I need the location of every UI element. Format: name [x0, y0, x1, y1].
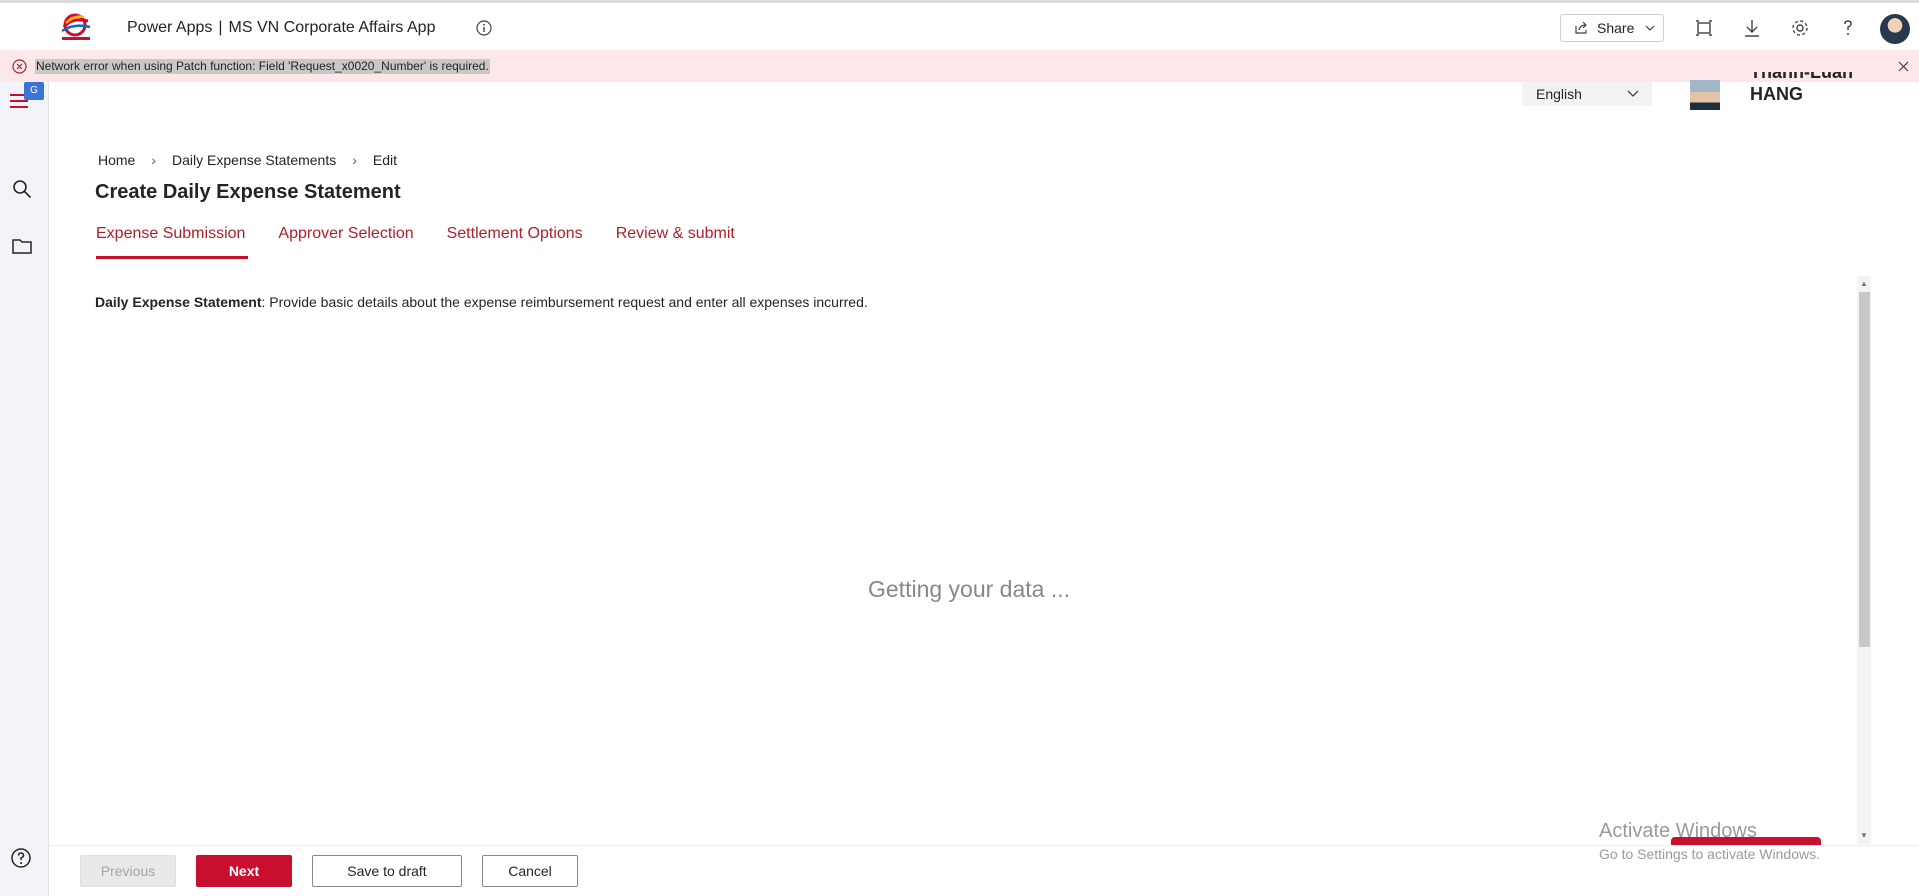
scroll-up-arrow[interactable]: ▲: [1858, 278, 1870, 290]
cancel-button[interactable]: Cancel: [482, 855, 578, 887]
app-title: Power Apps | MS VN Corporate Affairs App: [127, 19, 435, 37]
breadcrumb-home[interactable]: Home: [98, 152, 135, 168]
scroll-down-arrow[interactable]: ▼: [1858, 830, 1870, 842]
step-tabs: Expense Submission Approver Selection Se…: [96, 225, 768, 265]
close-icon[interactable]: [1897, 60, 1910, 73]
title-separator: |: [218, 19, 223, 36]
loading-message: Getting your data ...: [868, 576, 1071, 602]
description-heading: Daily Expense Statement: [95, 294, 262, 310]
language-select[interactable]: English: [1522, 82, 1652, 106]
error-banner: Network error when using Patch function:…: [0, 50, 1919, 82]
chevron-right-icon: ›: [151, 152, 157, 168]
share-button[interactable]: Share: [1560, 14, 1664, 42]
tab-settlement-options[interactable]: Settlement Options: [447, 225, 583, 265]
error-icon: [12, 59, 27, 74]
user-name: Thanh-Luan HANG: [1750, 72, 1853, 105]
share-icon: [1575, 21, 1587, 34]
user-avatar[interactable]: [1880, 14, 1910, 44]
page-title: Create Daily Expense Statement: [95, 181, 401, 203]
next-button[interactable]: Next: [196, 855, 292, 887]
download-icon[interactable]: [1742, 18, 1762, 38]
error-message: Network error when using Patch function:…: [35, 59, 490, 74]
tab-approver-selection[interactable]: Approver Selection: [278, 225, 413, 265]
chevron-down-icon: [1627, 90, 1639, 97]
search-icon[interactable]: [11, 178, 33, 200]
chevron-down-icon: [1645, 25, 1655, 31]
info-icon[interactable]: [476, 20, 492, 36]
chevron-right-icon: ›: [352, 152, 357, 168]
gear-icon[interactable]: [1790, 18, 1810, 38]
section-description: Daily Expense Statement: Provide basic d…: [95, 294, 868, 310]
product-name: Power Apps: [127, 19, 213, 36]
app-header: Power Apps | MS VN Corporate Affairs App S…: [0, 3, 1919, 50]
breadcrumb-edit: Edit: [372, 152, 398, 168]
language-value: English: [1536, 86, 1582, 102]
previous-button[interactable]: Previous: [80, 855, 176, 887]
left-navigation: G: [0, 82, 49, 896]
windows-watermark-subtitle: Go to Settings to activate Windows.: [1599, 846, 1820, 862]
tab-expense-submission[interactable]: Expense Submission: [96, 225, 249, 265]
user-first-name: Thanh-Luan: [1750, 72, 1853, 82]
app-name: MS VN Corporate Affairs App: [228, 19, 436, 36]
user-photo: [1690, 80, 1720, 110]
totalenergies-logo: [61, 13, 91, 40]
user-last-name: HANG: [1750, 84, 1803, 104]
scrollbar-thumb[interactable]: [1859, 292, 1870, 647]
save-to-draft-button[interactable]: Save to draft: [312, 855, 462, 887]
fit-screen-icon[interactable]: [1694, 18, 1714, 38]
help-icon[interactable]: [1838, 18, 1858, 38]
breadcrumb: Home › Daily Expense Statements › Edit: [98, 152, 397, 168]
help-circle-icon[interactable]: [10, 847, 32, 869]
description-text: : Provide basic details about the expens…: [261, 294, 868, 310]
folder-icon[interactable]: [11, 235, 33, 257]
windows-watermark-title: Activate Windows: [1599, 820, 1757, 842]
tab-review-submit[interactable]: Review & submit: [616, 225, 735, 265]
share-label: Share: [1597, 20, 1635, 36]
translate-badge[interactable]: G: [24, 82, 44, 100]
breadcrumb-daily-expense-statements[interactable]: Daily Expense Statements: [172, 152, 336, 168]
